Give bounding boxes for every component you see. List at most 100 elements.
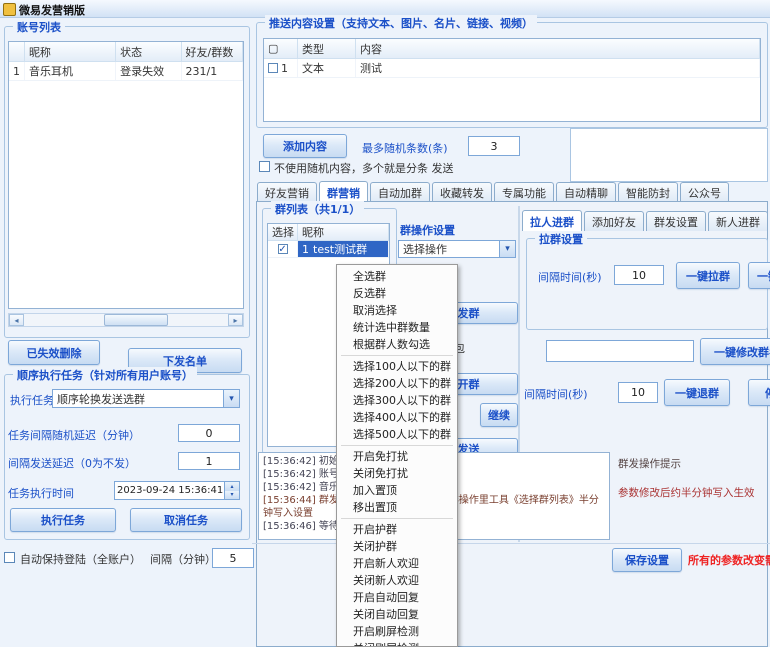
menu-item-invert-selection[interactable]: 反选群 (337, 285, 457, 302)
group-table-header: 选择 昵称 (268, 224, 389, 241)
sub-tabstrip: 拉人进群 添加好友 群发设置 新人进群 其他 (522, 213, 770, 231)
spin-down-icon[interactable]: ▾ (225, 491, 239, 500)
content-col-type[interactable]: 类型 (298, 39, 356, 58)
account-col-status[interactable]: 状态 (116, 42, 181, 61)
menu-item-flood-on[interactable]: 开启刷屏检测 (337, 623, 457, 640)
content-table[interactable]: ▢ 类型 内容 1 文本 测试 (263, 38, 761, 122)
tab-favorites-forward[interactable]: 收藏转发 (432, 182, 492, 202)
group-row-checkbox[interactable]: ✓ (278, 244, 288, 254)
send-delay-input[interactable] (178, 452, 240, 470)
subtab-newcomer[interactable]: 新人进群 (708, 211, 768, 231)
auto-wake-label: 自动保持登陆（全账户） (20, 551, 141, 567)
menu-item-clear-selection[interactable]: 取消选择 (337, 302, 457, 319)
content-preview-box[interactable] (570, 128, 768, 182)
menu-item-unpin[interactable]: 移出置顶 (337, 499, 457, 516)
account-list-title: 账号列表 (13, 19, 65, 35)
menu-item-guard-on[interactable]: 开启护群 (337, 521, 457, 538)
menu-item-welcome-on[interactable]: 开启新人欢迎 (337, 555, 457, 572)
menu-item-guard-off[interactable]: 关闭护群 (337, 538, 457, 555)
menu-item-flood-off[interactable]: 关闭刷屏检测 (337, 640, 457, 647)
tab-official-account[interactable]: 公众号 (680, 182, 729, 202)
account-table[interactable]: 昵称 状态 好友/群数 1 音乐耳机 登录失效 231/1 (8, 41, 244, 309)
task-time-picker[interactable]: 2023-09-24 15:36:41 ▴ ▾ (114, 481, 240, 500)
group-row[interactable]: ✓ 1 test测试群 (268, 241, 389, 258)
group-col-nick[interactable]: 昵称 (298, 224, 389, 240)
subtab-group-send-settings[interactable]: 群发设置 (646, 211, 706, 231)
menu-item-mute-on[interactable]: 开启免打扰 (337, 448, 457, 465)
subtab-add-friends[interactable]: 添加好友 (584, 211, 644, 231)
menu-item-under-500[interactable]: 选择500人以下的群 (337, 426, 457, 443)
random-mode-checkbox[interactable] (259, 161, 270, 172)
notice-line1: 群发操作提示 (618, 456, 766, 471)
content-row[interactable]: 1 文本 测试 (264, 59, 760, 78)
menu-item-pin[interactable]: 加入置顶 (337, 482, 457, 499)
group-ops-label: 群操作设置 (400, 222, 455, 238)
stop-button[interactable]: 停止 (748, 379, 770, 406)
continue-button[interactable]: 继续 (480, 403, 518, 427)
menu-item-autoreply-on[interactable]: 开启自动回复 (337, 589, 457, 606)
exec-task-select[interactable]: 顺序轮换发送选群 ▾ (52, 389, 240, 408)
account-col-nick[interactable]: 昵称 (25, 42, 116, 61)
rename-group-button[interactable]: 一键修改群名 (700, 338, 770, 365)
task-time-value: 2023-09-24 15:36:41 (115, 485, 224, 496)
group-ops-value: 选择操作 (399, 241, 499, 257)
account-table-hscrollbar[interactable]: ◂ ▸ (8, 313, 244, 327)
menu-item-count-selected[interactable]: 统计选中群数量 (337, 319, 457, 336)
spin-up-icon[interactable]: ▴ (225, 482, 239, 491)
menu-item-mute-off[interactable]: 关闭免打扰 (337, 465, 457, 482)
account-row[interactable]: 1 音乐耳机 登录失效 231/1 (9, 62, 243, 81)
scroll-left-icon[interactable]: ◂ (9, 314, 24, 326)
app-window: 微易发营销版 账号列表 昵称 状态 好友/群数 1 音乐耳机 登录失效 231/… (0, 0, 770, 647)
pull-interval-label: 间隔时间(秒) (538, 269, 602, 285)
chevron-down-icon[interactable]: ▾ (499, 241, 515, 257)
group-col-select[interactable]: 选择 (268, 224, 298, 240)
content-col-content[interactable]: 内容 (356, 39, 760, 58)
menu-item-under-300[interactable]: 选择300人以下的群 (337, 392, 457, 409)
run-task-button[interactable]: 执行任务 (10, 508, 116, 532)
save-settings-button[interactable]: 保存设置 (612, 548, 682, 572)
auto-wake-checkbox[interactable] (4, 552, 15, 563)
add-content-button[interactable]: 添加内容 (263, 134, 347, 158)
pull-group-button[interactable]: 一键拉群 (676, 262, 740, 289)
max-random-input[interactable] (468, 136, 520, 156)
main-tabstrip: 好友营销 群营销 自动加群 收藏转发 专属功能 自动精聊 智能防封 公众号 (257, 184, 731, 202)
quit-group-button[interactable]: 一键退群 (664, 379, 730, 406)
subtab-pull-into-group[interactable]: 拉人进群 (522, 210, 582, 231)
account-row-counts: 231/1 (182, 62, 243, 80)
tab-group-marketing[interactable]: 群营销 (319, 181, 368, 202)
account-col-counts[interactable]: 好友/群数 (182, 42, 243, 61)
exec-task-label: 执行任务 (10, 392, 54, 408)
quit-interval-input[interactable] (618, 382, 658, 403)
delete-invalid-button[interactable]: 已失效删除 (8, 340, 100, 365)
menu-item-welcome-off[interactable]: 关闭新人欢迎 (337, 572, 457, 589)
rename-input[interactable] (546, 340, 694, 362)
menu-item-select-all[interactable]: 全选群 (337, 268, 457, 285)
group-row-select-cell: ✓ (268, 241, 298, 257)
group-ops-select[interactable]: 选择操作 ▾ (398, 240, 516, 258)
tab-friend-marketing[interactable]: 好友营销 (257, 182, 317, 202)
tab-anti-ban[interactable]: 智能防封 (618, 182, 678, 202)
menu-item-under-100[interactable]: 选择100人以下的群 (337, 358, 457, 375)
group-row-num: 1 (302, 243, 309, 256)
content-row-content: 测试 (356, 59, 760, 77)
scroll-right-icon[interactable]: ▸ (228, 314, 243, 326)
kick-button[interactable]: 一键踢人 (748, 262, 770, 289)
menu-item-under-400[interactable]: 选择400人以下的群 (337, 409, 457, 426)
time-spinner[interactable]: ▴ ▾ (224, 482, 239, 499)
content-col-select[interactable]: ▢ (264, 39, 298, 58)
tab-auto-join-group[interactable]: 自动加群 (370, 182, 430, 202)
pull-interval-input[interactable] (614, 265, 664, 285)
menu-item-select-by-size[interactable]: 根据群人数勾选 (337, 336, 457, 353)
scrollbar-thumb[interactable] (104, 314, 168, 326)
tab-special-features[interactable]: 专属功能 (494, 182, 554, 202)
wake-interval-input[interactable] (212, 548, 254, 568)
menu-item-under-200[interactable]: 选择200人以下的群 (337, 375, 457, 392)
menu-item-autoreply-off[interactable]: 关闭自动回复 (337, 606, 457, 623)
content-row-checkbox[interactable] (268, 63, 278, 73)
cancel-task-button[interactable]: 取消任务 (130, 508, 242, 532)
task-title: 顺序执行任务（针对所有用户账号） (13, 367, 197, 383)
task-delay-input[interactable] (178, 424, 240, 442)
chevron-down-icon[interactable]: ▾ (223, 390, 239, 407)
group-row-selected[interactable]: 1 test测试群 (298, 241, 389, 257)
tab-auto-chat[interactable]: 自动精聊 (556, 182, 616, 202)
